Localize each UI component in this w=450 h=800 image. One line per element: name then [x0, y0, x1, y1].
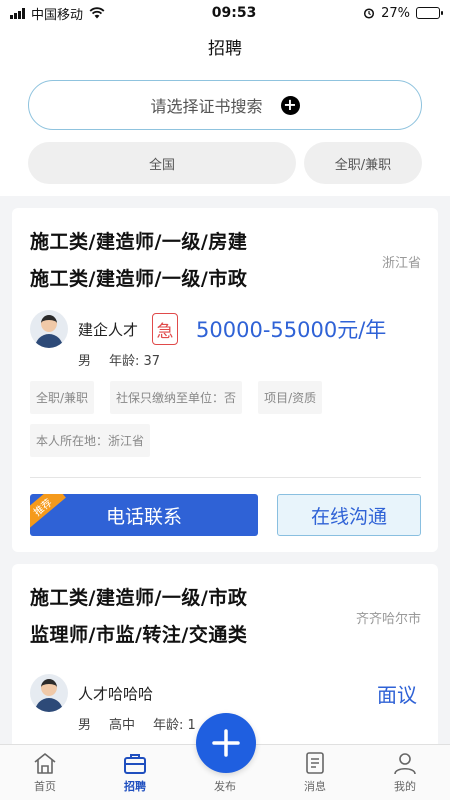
region-filter[interactable]: 全国	[28, 142, 296, 184]
tag-list: 全职/兼职 社保只缴纳至单位：否 项目/资质 本人所在地：浙江省	[30, 381, 421, 457]
battery-icon	[416, 7, 443, 19]
card-actions: 推荐 电话联系 在线沟通	[30, 494, 421, 536]
tag: 社保只缴纳至单位：否	[110, 381, 243, 414]
tag: 项目/资质	[258, 381, 323, 414]
job-type-filter[interactable]: 全职/兼职	[304, 142, 422, 184]
avatar	[30, 674, 68, 712]
plus-icon	[212, 729, 240, 757]
poster-name: 建企人才	[78, 320, 139, 339]
tab-label: 首页	[34, 780, 56, 793]
urgent-badge: 急	[152, 313, 179, 345]
recommend-badge: 推荐	[30, 494, 66, 529]
page-title: 招聘	[0, 26, 450, 66]
card-titles: 施工类/建造师/一级/市政 监理师/市监/转注/交通类 齐齐哈尔市	[30, 580, 421, 654]
status-right: 27%	[363, 5, 443, 21]
title-list: 施工类/建造师/一级/市政 监理师/市监/转注/交通类	[30, 580, 247, 654]
status-time: 09:53	[211, 5, 257, 21]
tab-messages[interactable]: 消息	[270, 745, 360, 800]
message-icon	[306, 752, 324, 774]
tab-label: 我的	[394, 780, 416, 793]
tab-label: 招聘	[124, 780, 146, 793]
card-titles: 施工类/建造师/一级/房建 施工类/建造师/一级/市政 浙江省	[30, 224, 421, 298]
tag: 全职/兼职	[30, 381, 95, 414]
divider	[30, 477, 421, 478]
wifi-icon	[89, 7, 105, 19]
job-region: 齐齐哈尔市	[355, 611, 421, 627]
salary: 面议	[377, 682, 417, 707]
call-button-label: 电话联系	[105, 505, 182, 528]
tab-profile[interactable]: 我的	[360, 745, 450, 800]
briefcase-icon	[124, 754, 146, 774]
education: 高中	[109, 718, 136, 733]
tab-home[interactable]: 首页	[0, 745, 90, 800]
job-title: 施工类/建造师/一级/房建	[30, 231, 248, 253]
job-title: 监理师/市监/转注/交通类	[30, 624, 248, 646]
certificate-search-box[interactable]: 请选择证书搜索 +	[28, 80, 422, 130]
salary: 50000-55000元/年	[196, 318, 387, 342]
filter-row: 全国 全职/兼职	[0, 142, 450, 196]
tag: 本人所在地：浙江省	[30, 424, 151, 457]
user-icon	[394, 753, 416, 775]
search-area: 请选择证书搜索 +	[0, 66, 450, 142]
poster-name: 人才哈哈哈	[78, 684, 154, 703]
age: 年龄: 37	[109, 354, 161, 369]
gender: 男	[78, 718, 92, 733]
tab-label: 发布	[214, 780, 236, 793]
title-list: 施工类/建造师/一级/房建 施工类/建造师/一级/市政	[30, 224, 247, 298]
poster-row: 人才哈哈哈 面议	[30, 674, 421, 712]
job-title: 施工类/建造师/一级/市政	[30, 268, 248, 290]
alarm-icon	[364, 8, 375, 19]
call-button[interactable]: 推荐 电话联系	[30, 494, 258, 536]
add-certificate-icon[interactable]: +	[280, 95, 300, 115]
poster-row: 建企人才 急 50000-55000元/年	[30, 310, 421, 348]
search-placeholder: 请选择证书搜索	[150, 97, 263, 116]
job-region: 浙江省	[381, 255, 421, 271]
poster-meta: 男 年龄: 37	[78, 350, 421, 369]
signal-icon	[10, 7, 25, 19]
battery-percent: 27%	[381, 5, 410, 21]
status-bar: 中国移动 09:53 27%	[0, 0, 450, 26]
publish-fab[interactable]	[196, 713, 256, 773]
avatar	[30, 310, 68, 348]
job-card[interactable]: 施工类/建造师/一级/房建 施工类/建造师/一级/市政 浙江省 建企人才 急 5…	[12, 208, 438, 552]
age: 年龄: 1	[153, 718, 196, 733]
carrier-label: 中国移动	[31, 7, 84, 23]
tab-label: 消息	[304, 780, 326, 793]
gender: 男	[78, 354, 92, 369]
status-left: 中国移动	[10, 4, 105, 23]
home-icon	[34, 753, 56, 774]
tab-recruit[interactable]: 招聘	[90, 745, 180, 800]
online-chat-button[interactable]: 在线沟通	[277, 494, 421, 536]
job-title: 施工类/建造师/一级/市政	[30, 587, 248, 609]
